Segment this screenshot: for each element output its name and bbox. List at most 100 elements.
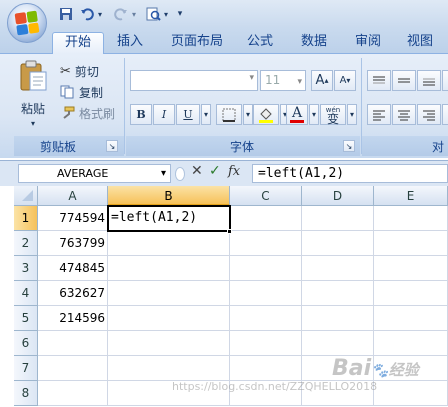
cell-b4[interactable] xyxy=(108,281,230,306)
confirm-entry-icon[interactable]: ✓ xyxy=(209,163,221,179)
copy-button[interactable]: 复制 xyxy=(60,83,103,101)
tab-insert[interactable]: 插入 xyxy=(110,32,150,54)
cell-a2[interactable]: 763799 xyxy=(38,231,108,256)
format-painter-button[interactable]: 格式刷 xyxy=(60,104,115,122)
cell-a4[interactable]: 632627 xyxy=(38,281,108,306)
bold-button[interactable]: B xyxy=(130,104,152,125)
cell-d3[interactable] xyxy=(302,256,374,281)
cell-a1[interactable]: 774594 xyxy=(38,206,108,231)
cell-c4[interactable] xyxy=(230,281,302,306)
cell-e2[interactable] xyxy=(374,231,448,256)
tab-formulas[interactable]: 公式 xyxy=(240,32,280,54)
cell-e5[interactable] xyxy=(374,306,448,331)
align-bottom-button[interactable] xyxy=(417,70,441,91)
decrease-font-size-button[interactable]: A ▾ xyxy=(334,70,356,91)
column-header-c[interactable]: C xyxy=(230,186,302,206)
increase-font-size-button[interactable]: A ▴ xyxy=(311,70,333,91)
cell-b2[interactable] xyxy=(108,231,230,256)
formula-input[interactable]: =left(A1,2) xyxy=(252,164,448,183)
tab-data[interactable]: 数据 xyxy=(294,32,334,54)
align-right-button[interactable] xyxy=(417,104,441,125)
tab-page-layout[interactable]: 页面布局 xyxy=(166,32,228,54)
clipboard-dialog-launcher-icon[interactable]: ↘ xyxy=(106,140,118,152)
cancel-entry-icon[interactable]: ✕ xyxy=(191,163,203,179)
align-center-button[interactable] xyxy=(392,104,416,125)
office-button[interactable] xyxy=(7,3,47,43)
orientation-button-partial[interactable] xyxy=(442,70,448,91)
name-box-dropdown-icon[interactable]: ▾ xyxy=(161,165,166,182)
row-header-3[interactable]: 3 xyxy=(14,256,38,281)
underline-dropdown-icon[interactable]: ▾ xyxy=(201,104,211,125)
font-dialog-launcher-icon[interactable]: ↘ xyxy=(343,140,355,152)
cut-button[interactable]: ✂ 剪切 xyxy=(60,62,99,80)
phonetic-dropdown-icon[interactable]: ▾ xyxy=(347,104,357,125)
row-header-6[interactable]: 6 xyxy=(14,331,38,356)
row-header-4[interactable]: 4 xyxy=(14,281,38,306)
cell-d5[interactable] xyxy=(302,306,374,331)
redo-icon[interactable] xyxy=(113,5,129,23)
font-color-button[interactable]: A xyxy=(286,104,308,125)
customize-qat-icon[interactable]: ▾ xyxy=(176,5,184,23)
cell-b5[interactable] xyxy=(108,306,230,331)
column-header-a[interactable]: A xyxy=(38,186,108,206)
align-left-button[interactable] xyxy=(367,104,391,125)
cell-d4[interactable] xyxy=(302,281,374,306)
fill-color-button[interactable] xyxy=(253,104,279,125)
cell-a8[interactable] xyxy=(38,381,108,406)
cell-a6[interactable] xyxy=(38,331,108,356)
tab-home[interactable]: 开始 xyxy=(52,32,104,54)
cell-c6[interactable] xyxy=(230,331,302,356)
font-color-dropdown-icon[interactable]: ▾ xyxy=(309,104,319,125)
cell-b6[interactable] xyxy=(108,331,230,356)
undo-dropdown-icon[interactable]: ▾ xyxy=(96,5,104,23)
align-top-button[interactable] xyxy=(367,70,391,91)
cell-e6[interactable] xyxy=(374,331,448,356)
cell-c2[interactable] xyxy=(230,231,302,256)
cell-b3[interactable] xyxy=(108,256,230,281)
cell-e1[interactable] xyxy=(374,206,448,231)
column-header-b[interactable]: B xyxy=(108,186,230,206)
cell-c7[interactable] xyxy=(230,356,302,381)
save-icon[interactable] xyxy=(58,5,74,23)
select-all-button[interactable] xyxy=(14,186,38,206)
cell-c5[interactable] xyxy=(230,306,302,331)
tab-view[interactable]: 视图 xyxy=(400,32,440,54)
italic-button[interactable]: I xyxy=(153,104,175,125)
cell-b1-active[interactable]: =left(A1,2) xyxy=(107,205,231,232)
cell-a3[interactable]: 474845 xyxy=(38,256,108,281)
font-name-combo[interactable]: ▾ xyxy=(130,70,258,91)
cell-c1[interactable] xyxy=(230,206,302,231)
indent-button-partial[interactable] xyxy=(442,104,448,125)
row-header-5[interactable]: 5 xyxy=(14,306,38,331)
preview-dropdown-icon[interactable]: ▾ xyxy=(162,5,170,23)
formula-bar-splitter[interactable] xyxy=(173,164,187,183)
cell-a5[interactable]: 214596 xyxy=(38,306,108,331)
row-header-7[interactable]: 7 xyxy=(14,356,38,381)
underline-button[interactable]: U xyxy=(176,104,200,125)
cell-c3[interactable] xyxy=(230,256,302,281)
cell-d1[interactable] xyxy=(302,206,374,231)
insert-function-button[interactable]: fx xyxy=(228,164,240,179)
row-header-8[interactable]: 8 xyxy=(14,381,38,406)
font-size-dropdown-icon[interactable]: ▾ xyxy=(297,73,302,92)
cell-e8[interactable] xyxy=(374,381,448,406)
fill-handle[interactable] xyxy=(227,229,232,234)
cell-a7[interactable] xyxy=(38,356,108,381)
phonetic-guide-button[interactable]: wén 变 xyxy=(320,104,346,125)
cell-e4[interactable] xyxy=(374,281,448,306)
column-header-d[interactable]: D xyxy=(302,186,374,206)
font-size-combo[interactable]: 11 ▾ xyxy=(260,70,306,91)
redo-dropdown-icon[interactable]: ▾ xyxy=(130,5,138,23)
cell-e3[interactable] xyxy=(374,256,448,281)
align-middle-button[interactable] xyxy=(392,70,416,91)
cell-d6[interactable] xyxy=(302,331,374,356)
borders-dropdown-icon[interactable]: ▾ xyxy=(243,104,253,125)
cell-b7[interactable] xyxy=(108,356,230,381)
name-box[interactable]: AVERAGE ▾ xyxy=(18,164,171,183)
row-header-1[interactable]: 1 xyxy=(14,206,38,231)
borders-button[interactable] xyxy=(216,104,242,125)
font-name-dropdown-icon[interactable]: ▾ xyxy=(249,73,254,83)
undo-icon[interactable] xyxy=(79,5,95,23)
row-header-2[interactable]: 2 xyxy=(14,231,38,256)
print-preview-icon[interactable] xyxy=(145,5,161,23)
